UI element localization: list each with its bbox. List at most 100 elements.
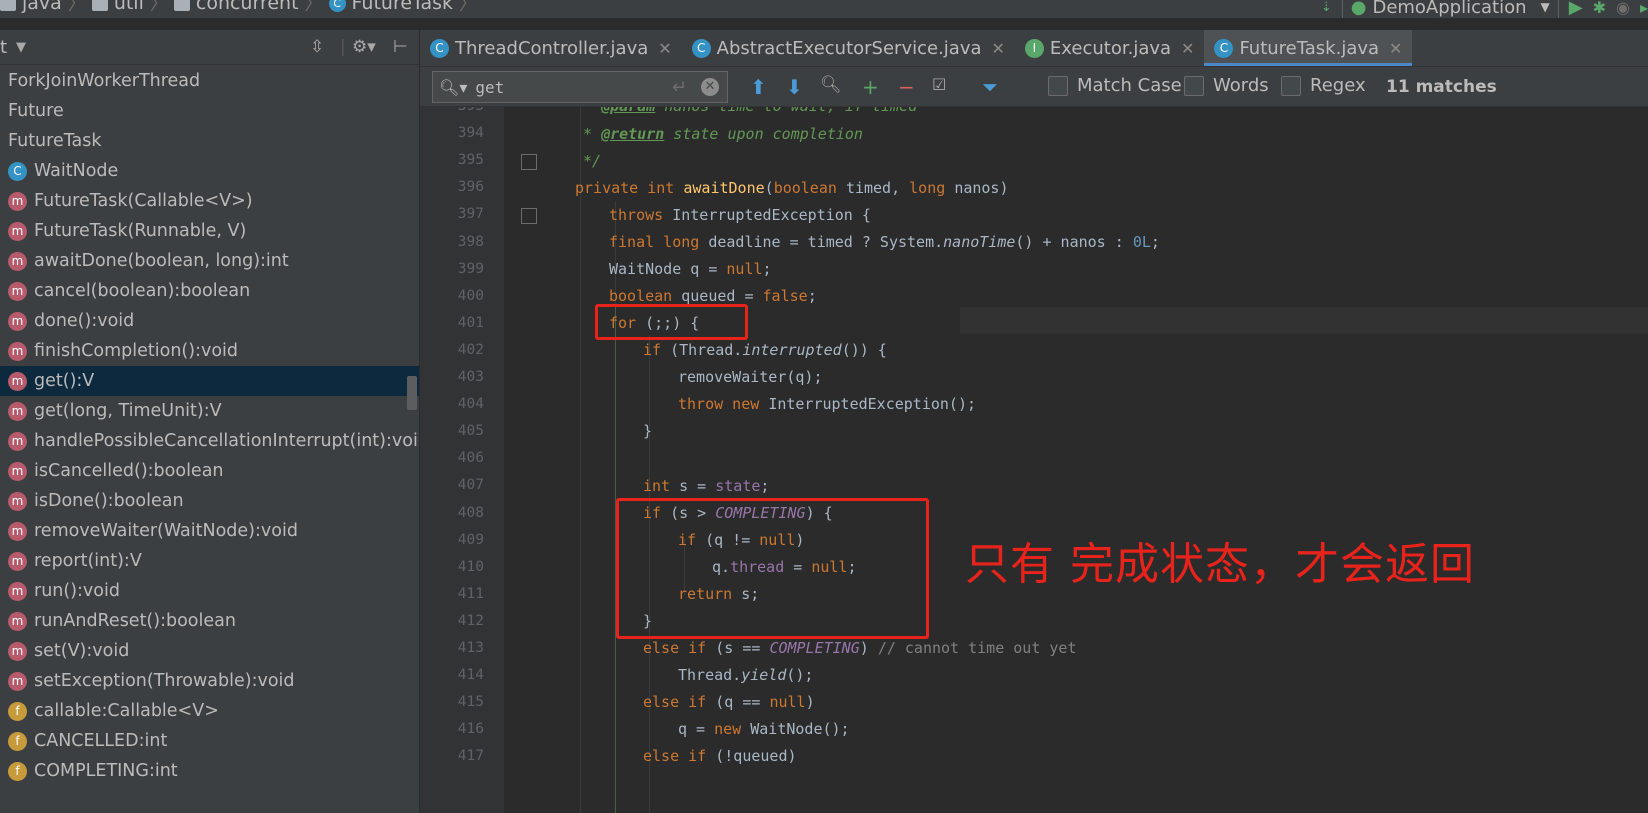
code-line-414: Thread.yield();	[678, 666, 814, 684]
line-number: 397	[457, 206, 484, 223]
structure-item[interactable]: m run():void	[0, 576, 419, 606]
structure-item-label: FutureTask(Callable<V>)	[34, 191, 253, 211]
editor-tab[interactable]: C ThreadController.java ✕	[420, 30, 682, 66]
structure-item[interactable]: m handlePossibleCancellationInterrupt(int…	[0, 426, 419, 456]
structure-item[interactable]: C WaitNode	[0, 156, 419, 186]
breadcrumb-item-util[interactable]: util 〉	[91, 0, 174, 15]
search-field: 🔍︎▾ ↵ ✕	[432, 71, 728, 103]
profile-icon[interactable]: ▸	[1640, 0, 1648, 17]
structure-panel: t ▼ ⇳ | ⚙▾ ⊢ ForkJoinWorkerThread Future F…	[0, 30, 420, 813]
regex-checkbox[interactable]: Regex	[1281, 75, 1366, 96]
close-icon[interactable]: ✕	[992, 39, 1005, 58]
structure-item[interactable]: m isCancelled():boolean	[0, 456, 419, 486]
hide-panel-icon[interactable]: ⊢	[393, 37, 408, 57]
words-checkbox[interactable]: Words	[1184, 75, 1269, 96]
run-configuration-select[interactable]: ● DemoApplication ▼	[1341, 0, 1559, 18]
chevron-down-icon[interactable]: ▼	[16, 40, 26, 55]
annotation-text: 只有 完成状态，才会返回	[965, 539, 1475, 590]
code-line-399: WaitNode q = null;	[609, 260, 772, 278]
line-number: 398	[457, 233, 484, 250]
close-icon[interactable]: ✕	[1389, 39, 1402, 58]
match-case-checkbox[interactable]: Match Case	[1048, 75, 1182, 96]
search-input[interactable]	[473, 76, 678, 98]
breadcrumb-item-futuretask[interactable]: C FutureTask 〉	[328, 0, 484, 15]
collapse-all-icon[interactable]: ⇳	[310, 37, 324, 57]
filter-icon[interactable]: ⏷	[982, 75, 998, 99]
structure-item[interactable]: m set(V):void	[0, 636, 419, 666]
structure-item[interactable]: f COMPLETING:int	[0, 756, 419, 786]
structure-item[interactable]: m FutureTask(Callable<V>)	[0, 186, 419, 216]
breadcrumb-item-concurrent[interactable]: concurrent 〉	[173, 0, 329, 15]
structure-item[interactable]: m FutureTask(Runnable, V)	[0, 216, 419, 246]
debug-icon[interactable]: ✱	[1593, 0, 1606, 17]
interface-icon: I	[1024, 38, 1044, 58]
method-icon: m	[8, 521, 27, 541]
line-number: 409	[457, 531, 484, 548]
structure-item[interactable]: f CANCELLED:int	[0, 726, 419, 756]
structure-item[interactable]: m runAndReset():boolean	[0, 606, 419, 636]
editor-tab[interactable]: C FutureTask.java ✕	[1204, 30, 1413, 66]
structure-item[interactable]: ForkJoinWorkerThread	[0, 66, 419, 96]
code-line-413: else if (s == COMPLETING) // cannot time…	[643, 639, 1077, 657]
method-icon: m	[8, 281, 27, 301]
structure-toolbar: t ▼ ⇳ | ⚙▾ ⊢	[0, 30, 419, 65]
method-icon: m	[8, 431, 27, 451]
structure-item[interactable]: Future	[0, 96, 419, 126]
code-editor[interactable]: 393 394 395 396 397 398 399 400 401 402 403 404 405 4…	[420, 107, 1648, 813]
structure-item[interactable]: m finishCompletion():void	[0, 336, 419, 366]
gear-icon[interactable]: ⚙▾	[352, 37, 376, 57]
breadcrumb-item-java[interactable]: java 〉	[0, 0, 92, 15]
structure-item[interactable]: m report(int):V	[0, 546, 419, 576]
fold-marker[interactable]	[521, 208, 537, 224]
line-number: 401	[457, 314, 484, 331]
structure-item[interactable]: m awaitDone(boolean, long):int	[0, 246, 419, 276]
checkbox-box[interactable]	[1184, 75, 1204, 96]
structure-item[interactable]: m get(long, TimeUnit):V	[0, 396, 419, 426]
remove-occurrence-icon[interactable]: −	[898, 75, 915, 99]
run-icon[interactable]: ▶	[1569, 0, 1583, 18]
structure-item-label: finishCompletion():void	[34, 341, 239, 361]
coverage-icon[interactable]: ◉	[1616, 0, 1630, 17]
fold-marker[interactable]	[521, 154, 537, 170]
structure-item-label: FutureTask(Runnable, V)	[34, 221, 247, 241]
structure-item[interactable]: f callable:Callable<V>	[0, 696, 419, 726]
clear-icon[interactable]: ✕	[701, 78, 719, 96]
build-icon[interactable]: ⇣	[1321, 0, 1332, 15]
checkbox-box[interactable]	[1048, 75, 1068, 96]
close-icon[interactable]: ✕	[1181, 39, 1194, 58]
breadcrumb-separator: 〉	[459, 0, 478, 15]
editor-tab[interactable]: C AbstractExecutorService.java ✕	[682, 30, 1015, 66]
scrollbar-thumb[interactable]	[407, 376, 417, 410]
structure-item[interactable]: FutureTask	[0, 126, 419, 156]
structure-item[interactable]: m isDone():boolean	[0, 486, 419, 516]
line-number: 394	[457, 125, 484, 142]
structure-item-label: Future	[8, 101, 64, 121]
structure-item[interactable]: m removeWaiter(WaitNode):void	[0, 516, 419, 546]
method-icon: m	[8, 341, 27, 361]
search-icon[interactable]: 🔍︎▾	[439, 78, 467, 97]
select-all-occurrences-icon[interactable]: ☑	[932, 75, 946, 94]
structure-item-label: COMPLETING:int	[34, 761, 178, 781]
highlight-box-if-completed	[616, 498, 929, 639]
tab-label: AbstractExecutorService.java	[716, 37, 982, 59]
next-occurrence-icon[interactable]: ⬇	[786, 75, 803, 99]
folder-icon	[91, 0, 108, 11]
structure-item[interactable]: m setException(Throwable):void	[0, 666, 419, 696]
previous-occurrence-icon[interactable]: ⬆	[750, 75, 767, 99]
caret-line-highlight	[960, 307, 1648, 334]
structure-item[interactable]: m cancel(boolean):boolean	[0, 276, 419, 306]
editor-tab[interactable]: I Executor.java ✕	[1015, 30, 1205, 66]
close-icon[interactable]: ✕	[658, 39, 671, 58]
class-icon: C	[8, 161, 27, 181]
match-count: 11 matches	[1386, 77, 1497, 97]
method-icon: m	[8, 191, 27, 211]
add-occurrence-icon[interactable]: +	[862, 75, 879, 99]
line-number-gutter[interactable]: 393 394 395 396 397 398 399 400 401 402 403 404 405 4…	[420, 107, 504, 813]
structure-item[interactable]: m get():V	[0, 366, 419, 396]
structure-item[interactable]: m done():void	[0, 306, 419, 336]
find-all-icon[interactable]: 🔍︎	[820, 75, 842, 95]
toolbar-divider: |	[340, 37, 346, 57]
checkbox-box[interactable]	[1281, 75, 1301, 96]
method-icon: m	[8, 671, 27, 691]
folder-icon	[173, 0, 190, 11]
